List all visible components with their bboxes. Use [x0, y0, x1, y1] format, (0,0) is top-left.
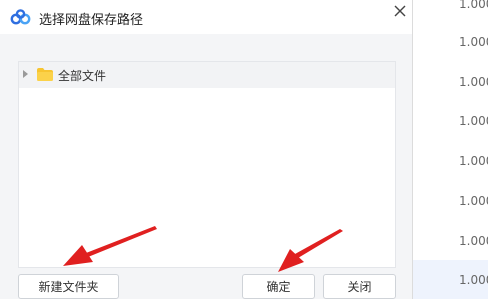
- expand-arrow-icon[interactable]: [23, 70, 28, 78]
- close-button[interactable]: 关闭: [323, 274, 396, 299]
- list-row[interactable]: 1.000: [413, 62, 488, 102]
- list-row[interactable]: 1.000: [413, 22, 488, 62]
- row-value: 1.000: [459, 273, 488, 287]
- row-value: 1.000: [459, 35, 488, 49]
- dialog-title-bar[interactable]: 选择网盘保存路径: [0, 0, 412, 34]
- baidu-netdisk-logo-icon: [10, 9, 31, 25]
- close-icon[interactable]: [390, 2, 410, 22]
- save-path-dialog: 选择网盘保存路径 全部文件 新建文件夹 确定 关闭: [0, 0, 413, 299]
- list-row[interactable]: 1.000: [413, 141, 488, 181]
- folder-tree: 全部文件: [18, 61, 396, 268]
- list-row[interactable]: 1.000: [413, 101, 488, 141]
- tree-item-all-files[interactable]: 全部文件: [19, 62, 395, 88]
- row-value: 1.000: [459, 234, 488, 248]
- dialog-title: 选择网盘保存路径: [39, 13, 144, 28]
- list-row[interactable]: 1.000: [413, 0, 488, 24]
- row-value: 1.000: [459, 114, 488, 128]
- list-row[interactable]: 1.000: [413, 221, 488, 261]
- row-value: 1.000: [459, 0, 488, 11]
- list-row-selected[interactable]: 1.000: [413, 260, 488, 299]
- list-row[interactable]: 1.000: [413, 181, 488, 221]
- folder-icon: [37, 68, 53, 81]
- row-value: 1.000: [459, 194, 488, 208]
- row-value: 1.000: [459, 75, 488, 89]
- new-folder-button[interactable]: 新建文件夹: [18, 274, 119, 299]
- row-value: 1.000: [459, 154, 488, 168]
- tree-item-label: 全部文件: [58, 69, 107, 83]
- confirm-button[interactable]: 确定: [242, 274, 315, 299]
- background-file-list: 1.000 1.000 1.000 1.000 1.000 1.000 1.00…: [413, 0, 488, 299]
